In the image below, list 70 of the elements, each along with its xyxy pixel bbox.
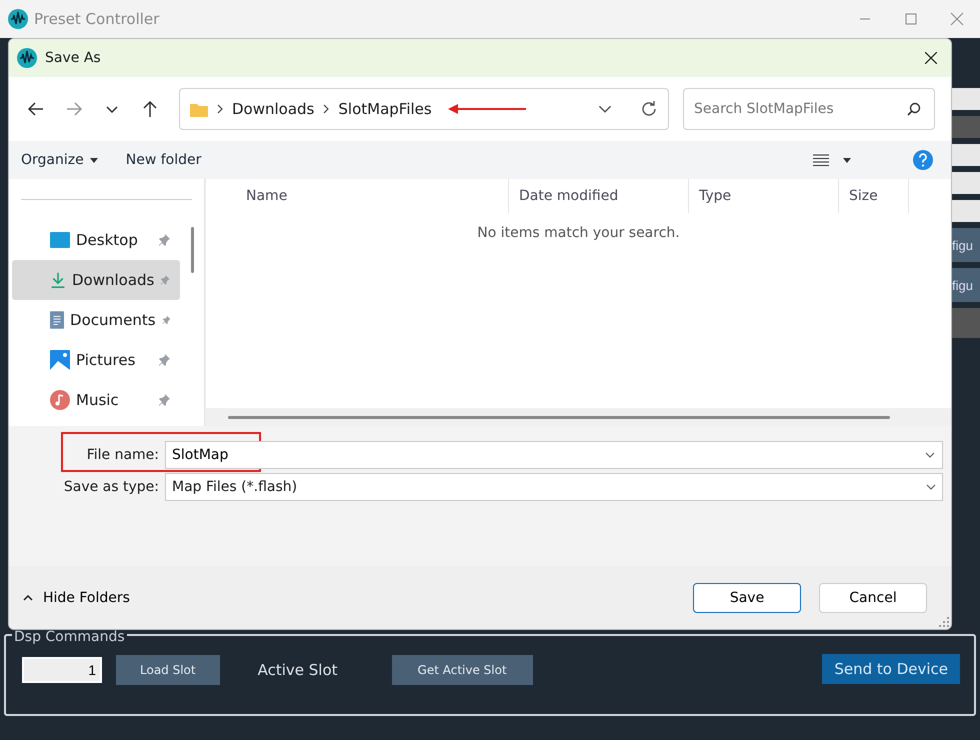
refresh-icon[interactable] xyxy=(640,100,658,118)
hide-folders-button[interactable]: Hide Folders xyxy=(23,590,130,606)
nav-item[interactable]: Downloads xyxy=(12,260,180,300)
get-active-slot-button[interactable]: Get Active Slot xyxy=(392,655,533,685)
arrow-icon xyxy=(448,104,526,114)
column-header[interactable]: Date modified xyxy=(509,179,689,213)
chevron-icon xyxy=(216,104,224,114)
help-icon[interactable] xyxy=(913,150,933,170)
chevron-icon xyxy=(106,106,118,112)
dropdown-icon[interactable] xyxy=(598,104,612,114)
nav-item[interactable]: Documents xyxy=(12,300,180,340)
pin-icon[interactable] xyxy=(162,314,170,326)
pin-icon[interactable] xyxy=(158,234,170,246)
breadcrumb[interactable]: SlotMapFiles xyxy=(338,100,432,118)
column-header[interactable]: Name xyxy=(206,179,509,213)
caret-icon xyxy=(90,158,98,162)
load-slot-button[interactable]: Load Slot xyxy=(116,655,220,685)
waveform-logo-icon xyxy=(17,48,37,68)
picture-icon xyxy=(50,350,70,370)
up-arrow-icon xyxy=(141,100,159,118)
active-slot-label: Active Slot xyxy=(258,661,338,679)
chevron-icon xyxy=(322,104,330,114)
download-icon xyxy=(50,270,66,290)
waveform-logo-icon xyxy=(8,9,28,29)
pin-icon[interactable] xyxy=(160,274,170,286)
file-name-label: File name: xyxy=(86,447,159,463)
search-icon xyxy=(907,102,921,116)
forward-arrow-icon xyxy=(65,100,83,118)
search-field[interactable]: Search SlotMapFiles xyxy=(683,88,935,130)
folder-icon xyxy=(190,102,208,116)
background-field[interactable] xyxy=(952,144,980,166)
nav-item[interactable]: Music xyxy=(12,380,180,420)
command-button[interactable]: New folder xyxy=(126,152,202,168)
nav-item[interactable]: Pictures xyxy=(12,340,180,380)
empty-message: No items match your search. xyxy=(476,225,681,241)
send-button[interactable]: Send to Device xyxy=(822,654,960,684)
background-field[interactable] xyxy=(952,88,980,110)
command-button[interactable]: Organize xyxy=(21,152,98,168)
type-label: Save as type: xyxy=(62,479,159,495)
desktop-icon xyxy=(50,230,70,250)
save-button[interactable]: Save xyxy=(693,582,801,612)
dropdown-icon[interactable] xyxy=(925,452,935,458)
column-header[interactable]: Type xyxy=(689,179,839,213)
back-arrow-icon xyxy=(27,100,45,118)
music-icon xyxy=(50,390,70,410)
document-icon xyxy=(50,310,64,330)
dropdown-icon[interactable] xyxy=(926,484,936,490)
close-icon xyxy=(925,52,937,64)
background-field[interactable] xyxy=(952,172,980,194)
pin-icon[interactable] xyxy=(158,394,170,406)
background-field[interactable] xyxy=(952,200,980,222)
side-button[interactable]: figu xyxy=(952,228,980,262)
dialog-title: Save As xyxy=(45,50,101,66)
breadcrumb[interactable]: Downloads xyxy=(232,100,314,118)
chevron-icon xyxy=(23,594,33,600)
window-title: Preset Controller xyxy=(34,10,160,28)
slot-field[interactable]: 1 xyxy=(22,657,102,683)
side-button[interactable]: figu xyxy=(952,268,980,302)
list-view-icon xyxy=(813,154,829,166)
address-bar[interactable]: Downloads SlotMapFiles xyxy=(179,88,669,130)
caret-icon xyxy=(843,158,851,162)
panel-title: Dsp Commands xyxy=(12,630,127,644)
type-dropdown[interactable]: Map Files (*.flash) xyxy=(165,473,943,501)
resize-grip-icon[interactable] xyxy=(939,617,949,627)
scrollbar[interactable] xyxy=(228,416,890,418)
column-header[interactable]: Size xyxy=(839,179,909,213)
file-name-field[interactable]: SlotMap xyxy=(165,441,943,469)
nav-item[interactable]: Desktop xyxy=(12,220,180,260)
pin-icon[interactable] xyxy=(158,354,170,366)
cancel-button[interactable]: Cancel xyxy=(819,582,927,612)
